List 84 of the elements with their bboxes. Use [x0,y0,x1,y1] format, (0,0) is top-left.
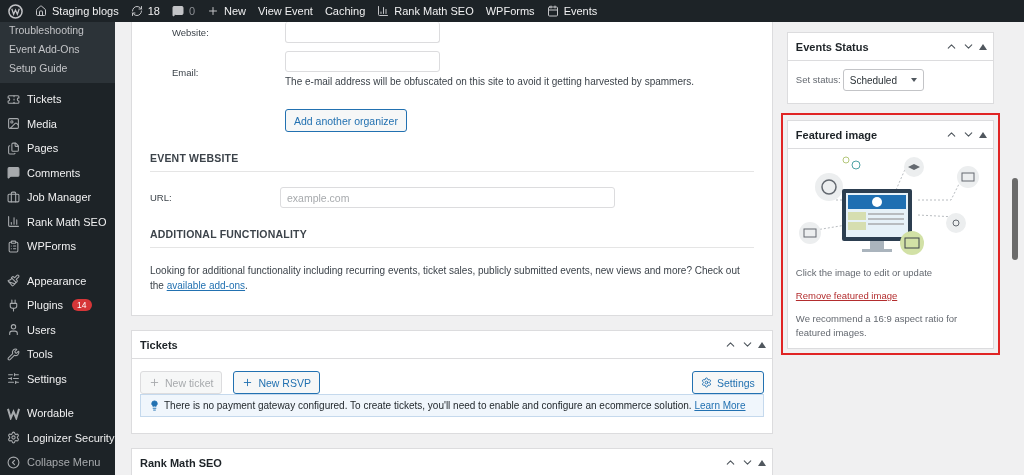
w-logo-icon [7,406,20,420]
briefcase-icon [7,190,20,204]
home-icon [35,5,47,17]
sidebar-menu-item[interactable]: Loginizer Security [0,425,115,450]
sidebar-menu-item[interactable]: Plugins 14 [0,293,115,318]
admin-bar-item[interactable]: View Event [258,5,313,17]
remove-image-link[interactable]: Remove featured image [795,290,898,301]
comment-icon [171,5,184,17]
calendar-icon [546,5,559,17]
form-icon [7,239,20,253]
panel-title: Rank Math SEO [140,456,222,469]
sidebar-menu-item[interactable]: Appearance [0,268,115,293]
sidebar-menu-item[interactable]: Users [0,317,115,342]
refresh-icon [130,5,143,17]
website-input[interactable] [285,22,440,43]
wordpress-logo-icon[interactable] [8,3,23,19]
settings-icon [7,431,20,445]
admin-bar-item[interactable]: WPForms [485,5,535,17]
plus-icon [242,377,254,388]
sidebar-menu-item[interactable]: Collapse Menu [0,450,115,475]
sidebar-menu-item[interactable]: Media [0,111,115,136]
sidebar-menu-item[interactable]: Pages [0,136,115,161]
help-text: The e-mail address will be obfuscated on this site to avoid it getting harvested by spammers. [285,76,695,87]
field-label: Set status: [795,73,841,87]
note-text: We recommend a 16:9 aspect ratio for featured images. [795,312,959,340]
admin-bar-item[interactable]: 0 [171,5,196,17]
admin-bar-item[interactable]: Rank Math SEO [377,5,474,17]
panel-title: Featured image [795,128,878,141]
sidebar-menu-item[interactable]: Settings [0,366,115,391]
learn-more-link[interactable]: Learn More [694,400,746,411]
add-button[interactable]: New RSVP [233,371,320,394]
count-badge: 14 [72,299,92,312]
dropdown-caret-icon [911,78,917,82]
notice-text: There is no payment gateway configured. To create tickets, you'll need to enable and configure an ecommerce solution. Learn More [164,400,746,411]
ticket-icon [7,92,20,106]
submenu-item[interactable]: Troubleshooting [0,22,115,41]
sidebar-menu-item[interactable]: Wordable [0,401,115,426]
pages-icon [7,141,20,155]
scrollbar-thumb[interactable] [1012,178,1019,260]
plus-icon [149,377,160,388]
url-input[interactable]: example.com [280,187,615,208]
comment-icon [7,166,20,180]
toggle-panel-icon[interactable] [757,341,766,348]
toggle-panel-icon[interactable] [757,459,766,466]
field-label: Email: [172,66,200,78]
panel-title: Events Status [795,40,869,53]
submenu-item[interactable]: Event Add-Ons [0,41,115,60]
admin-bar-item[interactable]: New [207,5,247,17]
paintbrush-icon [7,274,20,288]
admin-bar-item[interactable]: Caching [324,5,366,17]
sidebar-menu-item[interactable]: WPForms [0,234,115,259]
chart-icon [7,215,20,229]
field-label: URL: [150,191,173,203]
admin-bar-item[interactable]: Events [546,5,598,17]
caption-text: Click the image to edit or update [795,266,934,280]
toggle-panel-icon[interactable] [979,43,988,50]
plus-icon [207,5,220,17]
sidebar-menu-item[interactable]: Comments [0,160,115,185]
settings-button[interactable]: Settings [691,371,764,394]
admin-bar-item[interactable]: 18 [130,5,160,17]
section-heading: EVENT WEBSITE [150,152,754,172]
description-text: Looking for additional functionality including recurring events, ticket sales, publicly submitted events, new views and more? Check out the available add-ons. [150,264,741,293]
wrench-icon [7,347,20,361]
panel-title: Tickets [140,338,178,351]
sliders-icon [7,372,20,386]
collapse-icon [7,455,20,469]
media-icon [7,117,20,131]
submenu-item[interactable]: Setup Guide [0,60,115,79]
user-icon [7,323,20,337]
sidebar-menu-item[interactable]: Tickets [0,87,115,112]
sidebar-menu-item[interactable]: Job Manager [0,185,115,210]
lightbulb-icon [149,400,160,411]
status-select[interactable]: Scheduled [842,69,924,91]
plug-icon [7,298,20,312]
email-input[interactable] [285,51,440,72]
sidebar-menu-item[interactable]: Tools [0,342,115,367]
gear-icon [700,377,712,388]
admin-bar-item[interactable]: Staging blogs [35,5,119,17]
section-heading: ADDITIONAL FUNCTIONALITY [150,228,754,248]
field-label: Website: [172,26,210,38]
toggle-panel-icon[interactable] [979,131,988,138]
sidebar-menu-item[interactable]: Rank Math SEO [0,209,115,234]
add-organizer-button[interactable]: Add another organizer [285,109,407,132]
chart-icon [377,5,390,17]
